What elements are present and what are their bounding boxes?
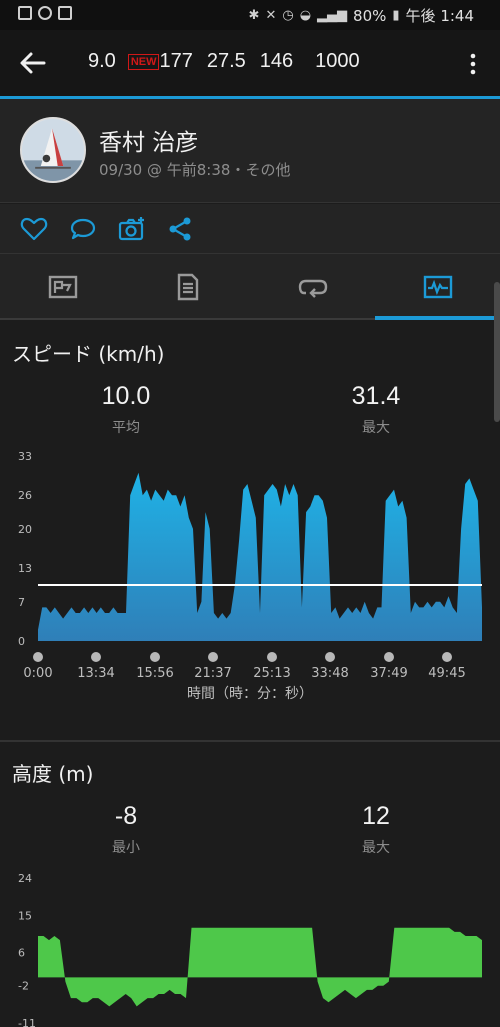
speed-x-tick-label: 49:45 xyxy=(428,666,465,681)
comment-icon[interactable] xyxy=(69,216,97,242)
add-photo-icon[interactable] xyxy=(118,216,146,242)
altitude-y-tick-label: -2 xyxy=(18,980,29,993)
chart-icon xyxy=(423,275,452,299)
share-icon[interactable] xyxy=(167,216,195,242)
map-flag-icon xyxy=(48,275,77,299)
speed-x-tick-marker xyxy=(325,652,335,662)
bluetooth-icon: ✱ xyxy=(248,8,260,23)
avatar[interactable] xyxy=(20,117,86,183)
notification-icons xyxy=(18,6,72,20)
metric-value: 9.0 xyxy=(88,50,116,72)
sd-card-icon xyxy=(58,6,72,20)
altitude-chart[interactable]: 24 15 6 -2 -11 xyxy=(0,866,500,1027)
tab-charts[interactable] xyxy=(375,254,500,320)
altitude-y-tick-label: 15 xyxy=(18,909,32,922)
speed-title: スピード (km/h) xyxy=(12,342,165,366)
speed-max: 31.4 最大 xyxy=(306,382,446,437)
activity-owner: 香村 治彦 09/30 @ 午前8:38・その他 xyxy=(0,99,500,203)
speed-x-tick-label: 15:56 xyxy=(136,666,173,681)
altitude-max: 12 最大 xyxy=(306,802,446,857)
speed-x-tick-label: 13:34 xyxy=(77,666,114,681)
speed-area-series xyxy=(38,472,482,641)
altitude-max-value: 12 xyxy=(362,802,390,830)
speed-x-tick-label: 33:48 xyxy=(311,666,348,681)
metric-value: 177 xyxy=(159,50,193,72)
speed-chart[interactable]: 0 7 13 20 26 33 0:00 13:34 15:56 21:37 25:13 33:48 3… xyxy=(0,440,500,710)
speed-x-tick-marker xyxy=(442,652,452,662)
app-bar: 9.0 NEW 177 27.5 146 1000 xyxy=(0,30,500,96)
scrollbar[interactable] xyxy=(494,282,500,422)
new-badge: NEW xyxy=(127,53,160,70)
alarm-icon: ◷ xyxy=(282,8,294,23)
altitude-title: 高度 (m) xyxy=(12,762,94,786)
speed-max-value: 31.4 xyxy=(351,382,401,410)
speed-x-tick-marker xyxy=(150,652,160,662)
metric-value: 146 xyxy=(259,50,294,72)
speed-x-tick-label: 0:00 xyxy=(23,666,52,681)
speed-y-tick-label: 13 xyxy=(18,562,32,575)
altitude-min-value: -8 xyxy=(114,802,138,830)
speed-average: 10.0 平均 xyxy=(56,382,196,437)
document-icon xyxy=(177,273,198,301)
speed-x-tick-marker xyxy=(33,652,43,662)
tab-map[interactable] xyxy=(0,254,125,320)
speed-x-tick-marker xyxy=(208,652,218,662)
speed-xaxis-title: 時間（時：分：秒） xyxy=(187,686,313,702)
speed-y-tick-label: 7 xyxy=(18,596,25,609)
speed-x-tick-label: 25:13 xyxy=(253,666,290,681)
speed-average-label: 平均 xyxy=(112,420,140,436)
clock: 午後 1:44 xyxy=(405,7,474,25)
system-status: ✱ ✕ ◷ ◒ ▂▄▆ 80% ▮ 午後 1:44 xyxy=(249,5,474,26)
speed-y-tick-label: 26 xyxy=(18,489,32,502)
like-heart-icon[interactable] xyxy=(20,216,48,242)
back-arrow-icon[interactable] xyxy=(18,50,48,76)
gallery-icon xyxy=(18,6,32,20)
status-bar: ✱ ✕ ◷ ◒ ▂▄▆ 80% ▮ 午後 1:44 xyxy=(0,0,500,30)
tab-laps[interactable] xyxy=(250,254,375,320)
speed-y-tick-label: 20 xyxy=(18,523,32,536)
metric-value: 27.5 xyxy=(206,50,246,72)
speed-x-tick-marker xyxy=(384,652,394,662)
altitude-area-series xyxy=(38,927,482,1007)
sync-icon xyxy=(38,6,52,20)
action-bar xyxy=(0,204,500,254)
altitude-y-tick-label: 24 xyxy=(18,872,32,885)
metric-value: 1000 xyxy=(315,50,360,72)
speed-x-tick-marker xyxy=(267,652,277,662)
speed-y-tick-label: 0 xyxy=(18,635,25,648)
header-metrics: 9.0 NEW 177 27.5 146 1000 xyxy=(88,50,360,73)
overflow-menu-icon[interactable] xyxy=(464,52,482,76)
speed-x-tick-label: 21:37 xyxy=(194,666,231,681)
activity-date-type: 09/30 @ 午前8:38・その他 xyxy=(99,161,291,179)
altitude-max-label: 最大 xyxy=(362,840,390,856)
speed-x-tick-label: 37:49 xyxy=(370,666,407,681)
altitude-y-tick-label: -11 xyxy=(18,1017,36,1027)
battery-percent: 80% xyxy=(353,6,387,25)
section-divider xyxy=(0,740,500,742)
user-name[interactable]: 香村 治彦 xyxy=(99,123,198,157)
speed-y-tick-label: 33 xyxy=(18,450,32,463)
altitude-min-label: 最小 xyxy=(112,840,140,856)
battery-icon: ▮ xyxy=(392,8,400,23)
signal-icon: ▂▄▆ xyxy=(317,8,348,23)
tab-summary[interactable] xyxy=(125,254,250,320)
wifi-icon: ◒ xyxy=(299,8,312,23)
speed-x-tick-marker xyxy=(91,652,101,662)
detail-tabs xyxy=(0,254,500,320)
laps-loop-icon xyxy=(298,279,327,298)
altitude-min: -8 最小 xyxy=(56,802,196,857)
active-tab-indicator xyxy=(375,316,500,320)
speed-average-value: 10.0 xyxy=(101,382,151,410)
mute-icon: ✕ xyxy=(265,8,277,23)
speed-max-label: 最大 xyxy=(362,420,390,436)
altitude-y-tick-label: 6 xyxy=(18,947,25,960)
